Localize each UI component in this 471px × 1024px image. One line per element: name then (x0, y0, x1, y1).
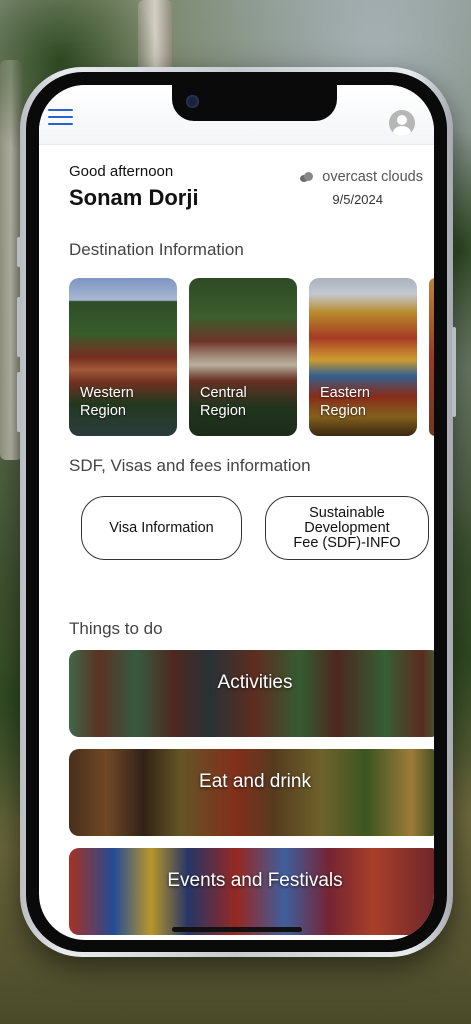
region-card-central[interactable]: Central Region (189, 278, 297, 436)
sdf-info-button[interactable]: Sustainable Development Fee (SDF)-INFO (265, 496, 429, 560)
destination-section-title: Destination Information (69, 240, 244, 259)
activities-card[interactable]: Activities (69, 650, 434, 737)
region-card-label: Eastern Region (320, 385, 370, 419)
hamburger-menu-icon[interactable] (48, 109, 73, 127)
region-carousel[interactable]: Western Region Central Region Eastern Re… (69, 278, 434, 436)
phone-frame: Good afternoon Sonam Dorji overcast clou… (17, 67, 456, 957)
user-name: Sonam Dorji (69, 185, 199, 210)
visa-information-button[interactable]: Visa Information (81, 496, 242, 560)
region-card-eastern[interactable]: Eastern Region (309, 278, 417, 436)
camera-notch (172, 85, 337, 121)
card-title: Events and Festivals (167, 870, 343, 891)
front-camera-icon (186, 95, 199, 108)
home-indicator[interactable] (171, 927, 302, 932)
eat-and-drink-card[interactable]: Eat and drink (69, 749, 434, 836)
sdf-section-title: SDF, Visas and fees information (69, 456, 311, 475)
region-card-label: Western Region (80, 385, 134, 419)
events-and-festivals-card[interactable]: Events and Festivals (69, 848, 434, 935)
card-title: Activities (217, 672, 293, 693)
weather-date: 9/5/2024 (332, 192, 383, 207)
user-avatar-icon[interactable] (389, 110, 415, 136)
card-title: Eat and drink (199, 771, 311, 792)
app-screen: Good afternoon Sonam Dorji overcast clou… (39, 85, 434, 940)
weather-description: overcast clouds (322, 169, 423, 185)
region-card-partial[interactable] (429, 278, 434, 436)
things-to-do-section-title: Things to do (69, 619, 163, 638)
region-card-western[interactable]: Western Region (69, 278, 177, 436)
cloud-icon (298, 172, 316, 182)
weather-status: overcast clouds (298, 169, 423, 185)
region-card-label: Central Region (200, 385, 247, 419)
greeting-text: Good afternoon (69, 163, 174, 180)
